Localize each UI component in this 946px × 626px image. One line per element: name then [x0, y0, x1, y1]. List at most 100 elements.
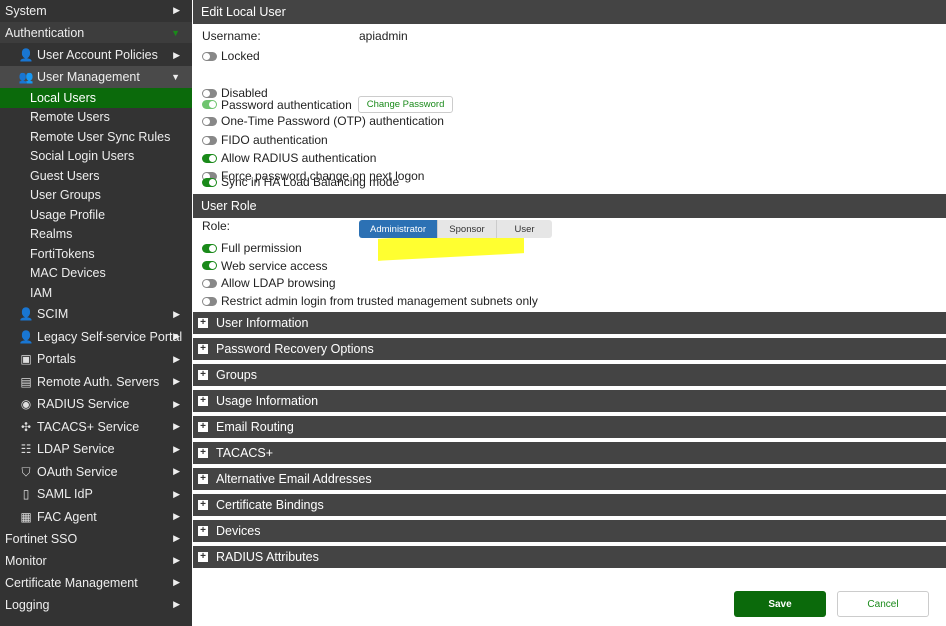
toggle-switch[interactable]	[202, 51, 217, 61]
section-title: Certificate Bindings	[216, 498, 324, 512]
toggle-switch[interactable]	[202, 243, 217, 253]
toggle-row: Locked	[202, 49, 260, 63]
sidebar-item-local-users[interactable]: Local Users	[0, 88, 192, 108]
expand-icon[interactable]: +	[198, 396, 208, 406]
chevron-right-icon: ▶	[173, 443, 180, 454]
sidebar-item-mac-devices[interactable]: MAC Devices	[0, 264, 192, 284]
section-usage-information[interactable]: + Usage Information	[193, 390, 946, 412]
label: MAC Devices	[30, 266, 106, 281]
sidebar-item-oauth-service[interactable]: ⛉ OAuth Service ▶	[0, 461, 192, 483]
role-sponsor[interactable]: Sponsor	[438, 220, 497, 238]
sidebar-item-logging[interactable]: Logging ▶	[0, 594, 192, 615]
label: User Groups	[30, 188, 101, 203]
sidebar-item-social-login-users[interactable]: Social Login Users	[0, 147, 192, 167]
agent-icon: ▦	[20, 509, 32, 524]
section-certificate-bindings[interactable]: + Certificate Bindings	[193, 494, 946, 516]
sidebar-item-fortinet-sso[interactable]: Fortinet SSO ▶	[0, 528, 192, 549]
save-button[interactable]: Save	[734, 591, 826, 617]
sidebar-item-system[interactable]: System ▶	[0, 0, 192, 21]
toggle-row: Web service access	[202, 259, 327, 273]
chevron-right-icon: ▶	[173, 511, 180, 521]
chevron-right-icon: ▶	[173, 555, 180, 565]
expand-icon[interactable]: +	[198, 448, 208, 458]
section-email-routing[interactable]: + Email Routing	[193, 416, 946, 438]
sidebar-item-remote-user-sync-rules[interactable]: Remote User Sync Rules	[0, 127, 192, 147]
toggle-switch[interactable]	[202, 261, 217, 271]
sidebar-item-user-account-policies[interactable]: 👤 User Account Policies ▶	[0, 44, 192, 66]
sidebar-item-saml-idp[interactable]: ▯ SAML IdP ▶	[0, 483, 192, 505]
toggle-switch[interactable]	[202, 296, 217, 306]
chevron-right-icon: ▶	[173, 533, 180, 543]
section-user-information[interactable]: + User Information	[193, 312, 946, 334]
sidebar-item-scim[interactable]: 👤 SCIM ▶	[0, 303, 192, 325]
expand-icon[interactable]: +	[198, 422, 208, 432]
sidebar-item-user-management[interactable]: 👥 User Management ▼	[0, 66, 192, 88]
section-alternative-email-addresses[interactable]: + Alternative Email Addresses	[193, 468, 946, 490]
toggle-label: Web service access	[221, 258, 328, 273]
toggle-switch[interactable]	[202, 177, 217, 187]
edit-local-user-panel: Edit Local User Username: apiadmin User …	[193, 0, 946, 626]
sidebar-item-user-groups[interactable]: User Groups	[0, 186, 192, 206]
section-radius-attributes[interactable]: + RADIUS Attributes	[193, 546, 946, 568]
label: User Management	[37, 70, 140, 84]
sidebar-item-authentication[interactable]: Authentication ▼	[0, 22, 192, 43]
section-devices[interactable]: + Devices	[193, 520, 946, 542]
sidebar-item-remote-auth-servers[interactable]: ▤ Remote Auth. Servers ▶	[0, 371, 192, 393]
expand-icon[interactable]: +	[198, 370, 208, 380]
sidebar-item-iam[interactable]: IAM	[0, 283, 192, 303]
label: Portals	[37, 352, 76, 366]
user-wrench-icon: 👤	[18, 48, 34, 62]
toggle-switch[interactable]	[202, 278, 217, 288]
expand-icon[interactable]: +	[198, 344, 208, 354]
chevron-right-icon: ▶	[173, 466, 180, 476]
sidebar-item-monitor[interactable]: Monitor ▶	[0, 550, 192, 571]
label: Legacy Self-service Portal	[37, 329, 183, 344]
cancel-button[interactable]: Cancel	[837, 591, 929, 617]
label: OAuth Service	[37, 464, 118, 479]
chevron-down-icon: ▼	[171, 27, 180, 38]
panel-title: Edit Local User	[193, 0, 946, 24]
toggle-row: Password authentication Change Password	[202, 96, 454, 113]
role-user[interactable]: User	[497, 220, 552, 238]
chevron-right-icon: ▶	[173, 49, 180, 60]
label: IAM	[30, 285, 53, 300]
section-groups[interactable]: + Groups	[193, 364, 946, 386]
expand-icon[interactable]: +	[198, 474, 208, 484]
toggle-row: Allow RADIUS authentication	[202, 151, 376, 165]
sidebar-item-fortitokens[interactable]: FortiTokens	[0, 244, 192, 264]
toggle-label: Password authentication	[221, 97, 352, 112]
users-icon: 👥	[18, 70, 34, 84]
expand-icon[interactable]: +	[198, 318, 208, 328]
chevron-right-icon: ▶	[173, 577, 180, 587]
username-value: apiadmin	[359, 29, 408, 43]
sidebar-item-tacacs-service[interactable]: ✣ TACACS+ Service ▶	[0, 416, 192, 438]
tree-icon: ☷	[20, 442, 32, 456]
role-administrator[interactable]: Administrator	[359, 220, 438, 238]
toggle-switch[interactable]	[202, 135, 217, 145]
chevron-down-icon: ▼	[171, 72, 180, 82]
expand-icon[interactable]: +	[198, 526, 208, 536]
section-password-recovery-options[interactable]: + Password Recovery Options	[193, 338, 946, 360]
sidebar-item-ldap-service[interactable]: ☷ LDAP Service ▶	[0, 438, 192, 460]
sidebar-item-legacy-self-service-portal[interactable]: 👤 Legacy Self-service Portal ▶	[0, 326, 192, 348]
expand-icon[interactable]: +	[198, 552, 208, 562]
toggle-switch[interactable]	[202, 153, 217, 163]
toggle-switch[interactable]	[202, 100, 217, 109]
section-title: TACACS+	[216, 446, 274, 460]
sidebar-item-fac-agent[interactable]: ▦ FAC Agent ▶	[0, 506, 192, 528]
toggle-switch[interactable]	[202, 116, 217, 126]
section-title: Usage Information	[216, 394, 319, 408]
expand-icon[interactable]: +	[198, 500, 208, 510]
sidebar-item-usage-profile[interactable]: Usage Profile	[0, 205, 192, 225]
sidebar-item-radius-service[interactable]: ◉ RADIUS Service ▶	[0, 393, 192, 415]
sidebar-item-guest-users[interactable]: Guest Users	[0, 166, 192, 186]
toggle-label: Full permission	[221, 241, 302, 255]
section-tacacs-[interactable]: + TACACS+	[193, 442, 946, 464]
sidebar-item-certificate-management[interactable]: Certificate Management ▶	[0, 572, 192, 593]
sidebar-item-portals[interactable]: ▣ Portals ▶	[0, 348, 192, 370]
label: Remote Auth. Servers	[37, 374, 160, 389]
change-password-button[interactable]: Change Password	[357, 96, 454, 113]
sidebar-item-realms[interactable]: Realms	[0, 225, 192, 245]
label: SCIM	[37, 307, 69, 321]
sidebar-item-remote-users[interactable]: Remote Users	[0, 108, 192, 128]
